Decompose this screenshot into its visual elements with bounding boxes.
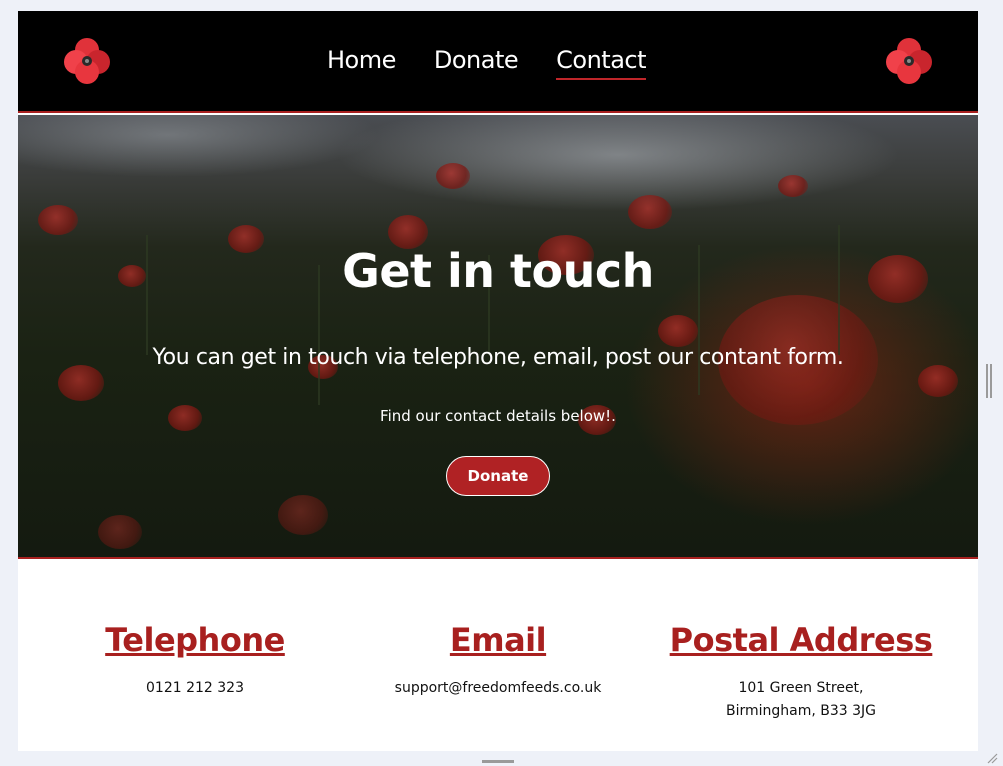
bottom-resize-handle[interactable] (482, 760, 514, 763)
hero-title: Get in touch (342, 244, 654, 298)
telephone-heading: Telephone (105, 621, 285, 659)
contact-details: Telephone 0121 212 323 Email support@fre… (18, 559, 978, 751)
poppy-logo-icon[interactable] (62, 36, 112, 86)
nav-home-link[interactable]: Home (327, 44, 396, 78)
telephone-block: Telephone 0121 212 323 (45, 619, 345, 700)
main-nav: Home Donate Contact (327, 44, 647, 80)
email-address: support@freedomfeeds.co.uk (394, 680, 602, 696)
site-header: Home Donate Contact (18, 11, 978, 113)
postal-address: 101 Green Street, Birmingham, B33 3JG (651, 677, 951, 723)
telephone-number: 0121 212 323 (146, 680, 244, 696)
postal-address-line-2: Birmingham, B33 3JG (725, 703, 877, 719)
side-resize-handle[interactable] (986, 364, 992, 398)
hero-subtitle: You can get in touch via telephone, emai… (152, 345, 844, 370)
hero-note: Find our contact details below!. (380, 407, 616, 425)
resize-grip-icon[interactable] (986, 752, 998, 764)
nav-donate-link[interactable]: Donate (434, 44, 519, 78)
poppy-logo-icon[interactable] (884, 36, 934, 86)
postal-block: Postal Address 101 Green Street, Birming… (651, 619, 951, 723)
email-block: Email support@freedomfeeds.co.uk (348, 619, 648, 700)
email-heading: Email (449, 621, 547, 659)
postal-heading: Postal Address (669, 621, 933, 659)
page: Home Donate Contact Get in touch You can… (18, 11, 978, 751)
nav-contact-link[interactable]: Contact (556, 44, 647, 80)
donate-button[interactable]: Donate (446, 456, 550, 496)
hero-banner: Get in touch You can get in touch via te… (18, 115, 978, 559)
postal-address-line-1: 101 Green Street, (738, 680, 864, 696)
